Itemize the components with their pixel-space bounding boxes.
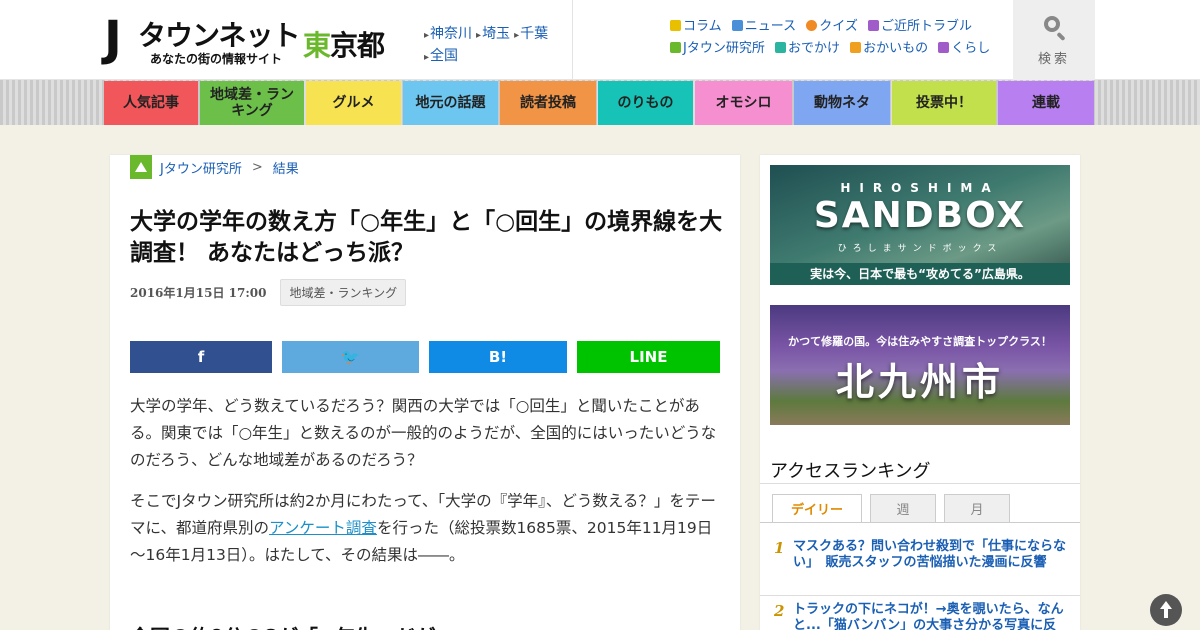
article-body: 大学の学年、どう数えているだろう？関西の大学では「○回生」と聞いたことがある。関…: [130, 393, 722, 583]
line-share-button[interactable]: LINE: [577, 341, 720, 373]
cat-link-quiz[interactable]: クイズ: [806, 19, 858, 34]
nav-item[interactable]: 人気記事: [104, 81, 198, 125]
banner-kitakyushu[interactable]: かつて修羅の国。今は住みやすさ調査トップクラス！ 北九州市: [770, 305, 1070, 425]
breadcrumb: Jタウン研究所 > 結果: [130, 155, 299, 179]
banner-small-text: HIROSHIMA: [840, 181, 1000, 195]
breadcrumb-current[interactable]: 結果: [273, 158, 299, 177]
twitter-share-button[interactable]: 🐦: [282, 341, 419, 373]
search-label: 検索: [1037, 52, 1070, 67]
flask-icon: [670, 42, 681, 53]
cat-link-label: くらし: [951, 41, 991, 56]
nav-item[interactable]: 連載: [998, 81, 1094, 125]
region-name: 東京都: [303, 24, 385, 64]
house-icon: [868, 20, 880, 31]
pen-icon: [731, 20, 743, 31]
share-buttons: f 🐦 B! LINE: [130, 341, 730, 373]
logo-name: タウンネット: [138, 19, 300, 52]
cat-link-label: ニュース: [744, 19, 797, 34]
flask-icon: [130, 155, 152, 179]
nav-item[interactable]: 読者投稿: [500, 81, 596, 125]
article-date: 2016年1月15日 17:00: [130, 286, 267, 300]
survey-link[interactable]: アンケート調査: [269, 519, 377, 537]
bag-icon: [850, 42, 862, 53]
logo-tagline: あなたの街の情報サイト: [150, 52, 283, 66]
cat-link-neighbor-trouble[interactable]: ご近所トラブル: [868, 19, 972, 34]
pref-link-national[interactable]: 全国: [424, 48, 458, 64]
cat-link-shopping[interactable]: おかいもの: [850, 41, 928, 56]
article-meta: 2016年1月15日 17:00 地域差・ランキング: [130, 279, 407, 306]
category-links-row1: コラム ニュース クイズ ご近所トラブル: [670, 16, 1000, 38]
cat-link-label: おかいもの: [863, 41, 929, 56]
ranking-separator: [760, 595, 1080, 596]
header-divider: [572, 0, 573, 80]
ranking-tabs: デイリー 週 月: [772, 494, 1018, 522]
search-button[interactable]: 検索: [1013, 0, 1095, 80]
category-links-row2: Jタウン研究所 おでかけ おかいもの くらし: [670, 38, 1000, 60]
article-paragraph: そこでJタウン研究所は約2か月にわたって、「大学の『学年』、どう数える？」をテー…: [130, 488, 722, 569]
sidebar: HIROSHIMA SANDBOX ひろしまサンドボックス 実は今、日本で最も“…: [760, 155, 1080, 630]
hatena-share-button[interactable]: B!: [429, 341, 567, 373]
cat-link-label: コラム: [683, 19, 722, 34]
nav-item[interactable]: オモシロ: [695, 81, 792, 125]
tab-monthly[interactable]: 月: [944, 494, 1010, 522]
article-tag[interactable]: 地域差・ランキング: [280, 279, 407, 306]
pref-link-saitama[interactable]: 埼玉: [476, 26, 510, 42]
car-icon: [774, 42, 786, 53]
banner-strip-text: 実は今、日本で最も“攻めてる”広島県。: [770, 263, 1070, 285]
main-nav: 人気記事 地域差・ランキング グルメ 地元の話題 読者投稿 のりもの オモシロ 動物ネタ 投票中…: [104, 81, 1096, 125]
cat-link-label: Jタウン研究所: [683, 41, 765, 56]
cat-link-column[interactable]: コラム: [670, 19, 722, 34]
house-icon: [938, 42, 950, 53]
breadcrumb-section-link[interactable]: Jタウン研究所: [160, 158, 242, 177]
region-name-part1: 東: [303, 29, 331, 62]
article-card: Jタウン研究所 > 結果 大学の学年の数え方「○年生」と「○回生」の境界線を大調…: [110, 155, 740, 630]
ranking-divider: [760, 483, 1080, 484]
nav-item[interactable]: 投票中！: [892, 81, 996, 125]
nav-item[interactable]: のりもの: [598, 81, 693, 125]
cat-link-news[interactable]: ニュース: [731, 19, 797, 34]
pref-link-chiba[interactable]: 千葉: [514, 26, 548, 42]
ranking-number: 2: [774, 602, 785, 620]
site-header: J タウンネット あなたの街の情報サイト 東京都 神奈川埼玉千葉 全国 コラム …: [0, 0, 1200, 80]
prefecture-links: 神奈川埼玉千葉 全国: [424, 24, 564, 68]
ranking-number: 1: [774, 539, 785, 557]
article-subheading: 全国の約9分の8が「○年生」だが: [130, 621, 435, 630]
banner-kana-text: ひろしまサンドボックス: [837, 244, 1003, 254]
scroll-to-top-button[interactable]: [1150, 594, 1182, 626]
article-paragraph: 大学の学年、どう数えているだろう？関西の大学では「○回生」と聞いたことがある。関…: [130, 397, 717, 469]
region-name-part2: 京都: [330, 29, 385, 62]
site-logo[interactable]: J タウンネット あなたの街の情報サイト: [104, 11, 300, 68]
tab-weekly[interactable]: 週: [870, 494, 936, 522]
search-icon: [1044, 16, 1060, 32]
nav-item[interactable]: 動物ネタ: [794, 81, 890, 125]
cat-link-outing[interactable]: おでかけ: [774, 41, 840, 56]
nav-item[interactable]: 地域差・ランキング: [200, 81, 304, 125]
banner-big-text: 北九州市: [835, 360, 1004, 404]
breadcrumb-separator: >: [251, 159, 263, 175]
nav-item[interactable]: グルメ: [306, 81, 401, 125]
article-title: 大学の学年の数え方「○年生」と「○回生」の境界線を大調査！ あなたはどっち派？: [130, 209, 723, 266]
ranking-link[interactable]: トラックの下にネコが！→奥を覗いたら、なんと...「猫バンバン」の大事さ分かる写…: [793, 602, 1069, 630]
cat-link-label: おでかけ: [787, 41, 840, 56]
cat-link-label: ご近所トラブル: [881, 19, 973, 34]
facebook-share-button[interactable]: f: [130, 341, 272, 373]
column-icon: [670, 20, 681, 31]
banner-hiroshima-sandbox[interactable]: HIROSHIMA SANDBOX ひろしまサンドボックス 実は今、日本で最も“…: [770, 165, 1070, 285]
cat-link-living[interactable]: くらし: [938, 41, 990, 56]
cat-link-lab[interactable]: Jタウン研究所: [670, 41, 765, 56]
quiz-icon: [806, 20, 818, 31]
tab-daily[interactable]: デイリー: [772, 494, 862, 522]
banner-small-text: かつて修羅の国。今は住みやすさ調査トップクラス！: [788, 335, 1052, 348]
category-links: コラム ニュース クイズ ご近所トラブル Jタウン研究所 おでかけ おかいもの …: [670, 16, 1000, 60]
pref-link-kanagawa[interactable]: 神奈川: [424, 26, 472, 42]
logo-mark: J: [104, 11, 122, 67]
banner-big-text: SANDBOX: [813, 195, 1027, 236]
ranking-link[interactable]: マスクある？問い合わせ殺到で「仕事にならない」 販売スタッフの苦悩描いた漫画に反…: [793, 539, 1069, 571]
nav-item[interactable]: 地元の話題: [403, 81, 498, 125]
cat-link-label: クイズ: [819, 19, 858, 34]
ranking-title: アクセスランキング: [770, 461, 931, 482]
ranking-tab-line: [760, 522, 1080, 523]
